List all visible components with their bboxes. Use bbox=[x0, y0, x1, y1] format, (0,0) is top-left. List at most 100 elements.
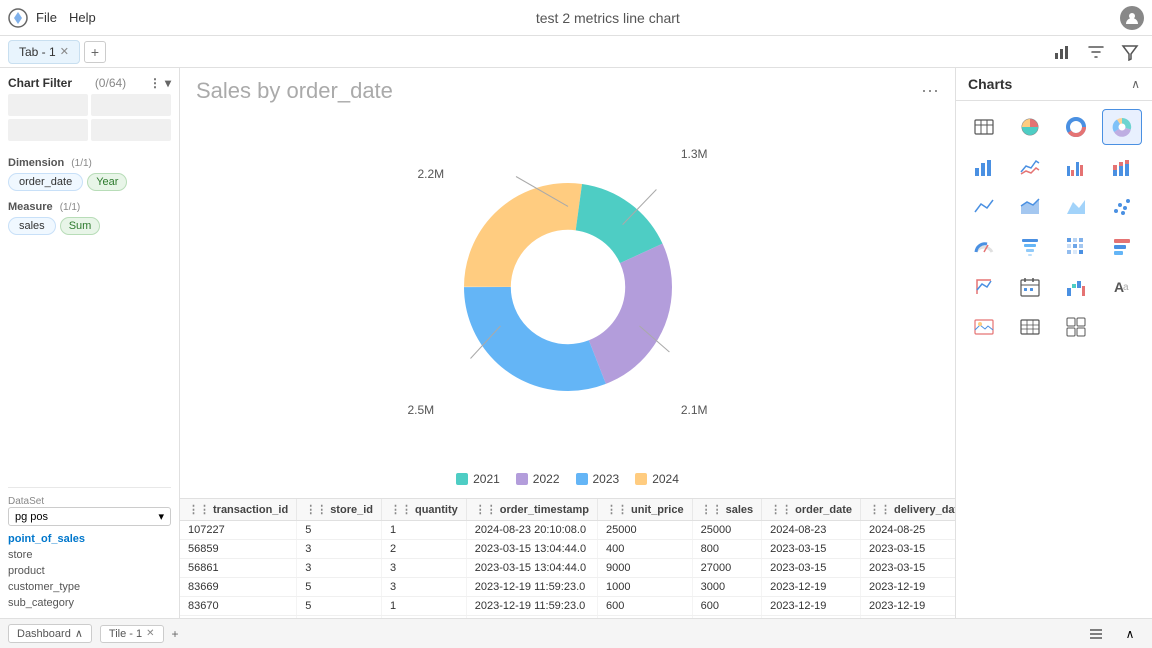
table-row: 56859322023-03-15 13:04:44.04008002023-0… bbox=[180, 540, 955, 559]
table-cell: 1215 bbox=[180, 616, 297, 619]
table-cell: 2023-12-19 bbox=[861, 578, 956, 597]
filter-icon[interactable] bbox=[1082, 38, 1110, 66]
table-cell: 2024-08-23 bbox=[762, 521, 861, 540]
table-cell: 25000 bbox=[692, 521, 762, 540]
chart-type-grouped-bar[interactable] bbox=[1056, 149, 1096, 185]
chart-type-rose[interactable] bbox=[1102, 109, 1142, 145]
chart-type-text[interactable]: Aa bbox=[1102, 269, 1142, 305]
legend-dot-2023 bbox=[576, 473, 588, 485]
dataset-item-customer-type[interactable]: customer_type bbox=[8, 580, 171, 594]
bottom-menu-icon[interactable] bbox=[1082, 620, 1110, 648]
dataset-selected: pg pos bbox=[15, 511, 48, 523]
chart-type-line-area[interactable] bbox=[964, 189, 1004, 225]
tile-add-button[interactable]: + bbox=[172, 627, 179, 641]
user-avatar[interactable] bbox=[1120, 6, 1144, 30]
tile-tab[interactable]: Tile - 1 ✕ bbox=[100, 625, 164, 643]
expand-icon[interactable]: ▾ bbox=[165, 76, 171, 90]
dataset-item-sub-category[interactable]: sub_category bbox=[8, 596, 171, 610]
table-cell: 2024-08-23 20:10:08.0 bbox=[466, 521, 597, 540]
chart-options-icon[interactable]: ⋯ bbox=[921, 81, 939, 102]
tile-close[interactable]: ✕ bbox=[146, 628, 154, 639]
chart-type-calendar[interactable] bbox=[1010, 269, 1050, 305]
chart-type-gauge[interactable] bbox=[964, 229, 1004, 265]
chart-label-2-5m: 2.5M bbox=[408, 403, 435, 417]
chart-filter-header: Chart Filter (0/64) ⋮ ▾ bbox=[8, 76, 171, 90]
chart-view-icon[interactable] bbox=[1048, 38, 1076, 66]
chart-type-area[interactable] bbox=[1010, 189, 1050, 225]
chart-title: Sales by order_date bbox=[196, 78, 921, 104]
dimension-field[interactable]: order_date bbox=[8, 173, 83, 191]
table-cell: 2023-03-15 bbox=[762, 559, 861, 578]
right-panel: Charts ∧ bbox=[956, 68, 1152, 618]
dataset-item-store[interactable]: store bbox=[8, 548, 171, 562]
dimension-granularity[interactable]: Year bbox=[87, 173, 127, 191]
chart-type-heatmap[interactable] bbox=[1056, 229, 1096, 265]
chart-type-image[interactable] bbox=[964, 309, 1004, 345]
table-cell: 600 bbox=[598, 597, 693, 616]
table-cell: 56859 bbox=[180, 540, 297, 559]
table-cell: 9000 bbox=[598, 559, 693, 578]
chart-type-table[interactable] bbox=[964, 109, 1004, 145]
chart-type-mountain[interactable] bbox=[1056, 189, 1096, 225]
col-store-id: ⋮⋮store_id bbox=[297, 499, 382, 521]
legend-label-2022: 2022 bbox=[533, 472, 560, 486]
chart-type-scatter[interactable] bbox=[1102, 189, 1142, 225]
bottombar: Dashboard ∧ Tile - 1 ✕ + ∧ bbox=[0, 618, 1152, 648]
toolbar-right bbox=[1048, 38, 1144, 66]
col-unit-price: ⋮⋮unit_price bbox=[598, 499, 693, 521]
bottom-collapse-icon[interactable]: ∧ bbox=[1116, 620, 1144, 648]
chart-type-waterfall[interactable] bbox=[1056, 269, 1096, 305]
dataset-section: DataSet pg pos ▾ point_of_sales store pr… bbox=[8, 487, 171, 610]
chart-label-2-1m: 2.1M bbox=[681, 403, 708, 417]
table-cell: 18000 bbox=[692, 616, 762, 619]
col-order-timestamp: ⋮⋮order_timestamp bbox=[466, 499, 597, 521]
charts-collapse-icon[interactable]: ∧ bbox=[1131, 77, 1140, 91]
help-menu[interactable]: Help bbox=[69, 10, 96, 25]
tab-add-button[interactable]: + bbox=[84, 41, 106, 63]
legend-dot-2024 bbox=[635, 473, 647, 485]
chart-type-grid[interactable] bbox=[1056, 309, 1096, 345]
chart-type-pivot[interactable] bbox=[964, 269, 1004, 305]
chart-label-1-3m: 1.3M bbox=[681, 147, 708, 161]
table-cell: 83670 bbox=[180, 597, 297, 616]
dataset-item-product[interactable]: product bbox=[8, 564, 171, 578]
measure-agg[interactable]: Sum bbox=[60, 217, 101, 235]
col-order-date: ⋮⋮order_date bbox=[762, 499, 861, 521]
data-table: ⋮⋮transaction_id ⋮⋮store_id ⋮⋮quantity ⋮… bbox=[180, 499, 955, 618]
filter-cell bbox=[8, 94, 88, 116]
table-cell: 83669 bbox=[180, 578, 297, 597]
table-cell: 5 bbox=[297, 597, 382, 616]
chart-type-stacked-bar[interactable] bbox=[1102, 149, 1142, 185]
table-cell: 400 bbox=[598, 540, 693, 559]
chart-type-column[interactable] bbox=[1102, 229, 1142, 265]
measure-field[interactable]: sales bbox=[8, 217, 56, 235]
data-table-scroll[interactable]: ⋮⋮transaction_id ⋮⋮store_id ⋮⋮quantity ⋮… bbox=[180, 499, 955, 618]
topbar: File Help test 2 metrics line chart bbox=[0, 0, 1152, 36]
table-cell: 2023-03-15 13:04:44.0 bbox=[466, 540, 597, 559]
dataset-item-point-of-sales[interactable]: point_of_sales bbox=[8, 532, 171, 546]
dataset-label: DataSet bbox=[8, 496, 171, 507]
col-transaction-id: ⋮⋮transaction_id bbox=[180, 499, 297, 521]
menu-bar: File Help bbox=[36, 10, 96, 25]
dataset-select[interactable]: pg pos ▾ bbox=[8, 507, 171, 526]
chart-type-table2[interactable] bbox=[1010, 309, 1050, 345]
chart-icons-grid: Aa bbox=[956, 101, 1152, 353]
chart-type-donut[interactable] bbox=[1056, 109, 1096, 145]
chart-type-funnel[interactable] bbox=[1010, 229, 1050, 265]
funnel-icon[interactable] bbox=[1116, 38, 1144, 66]
chart-type-pie[interactable] bbox=[1010, 109, 1050, 145]
table-cell: 2023-12-19 11:59:23.0 bbox=[466, 597, 597, 616]
tab-1[interactable]: Tab - 1 ✕ bbox=[8, 40, 80, 64]
chart-type-bar[interactable] bbox=[964, 149, 1004, 185]
tab-close[interactable]: ✕ bbox=[60, 45, 69, 58]
table-cell: 1 bbox=[381, 597, 466, 616]
more-icon[interactable]: ⋮ bbox=[149, 76, 161, 90]
dashboard-tab[interactable]: Dashboard ∧ bbox=[8, 624, 92, 643]
file-menu[interactable]: File bbox=[36, 10, 57, 25]
table-cell: 5 bbox=[297, 578, 382, 597]
chart-header: Sales by order_date ⋯ bbox=[180, 68, 955, 110]
filter-cell bbox=[8, 119, 88, 141]
main-content: Chart Filter (0/64) ⋮ ▾ Dimension (1/1) bbox=[0, 68, 1152, 618]
chart-type-line[interactable] bbox=[1010, 149, 1050, 185]
legend-item-2023: 2023 bbox=[576, 472, 620, 486]
